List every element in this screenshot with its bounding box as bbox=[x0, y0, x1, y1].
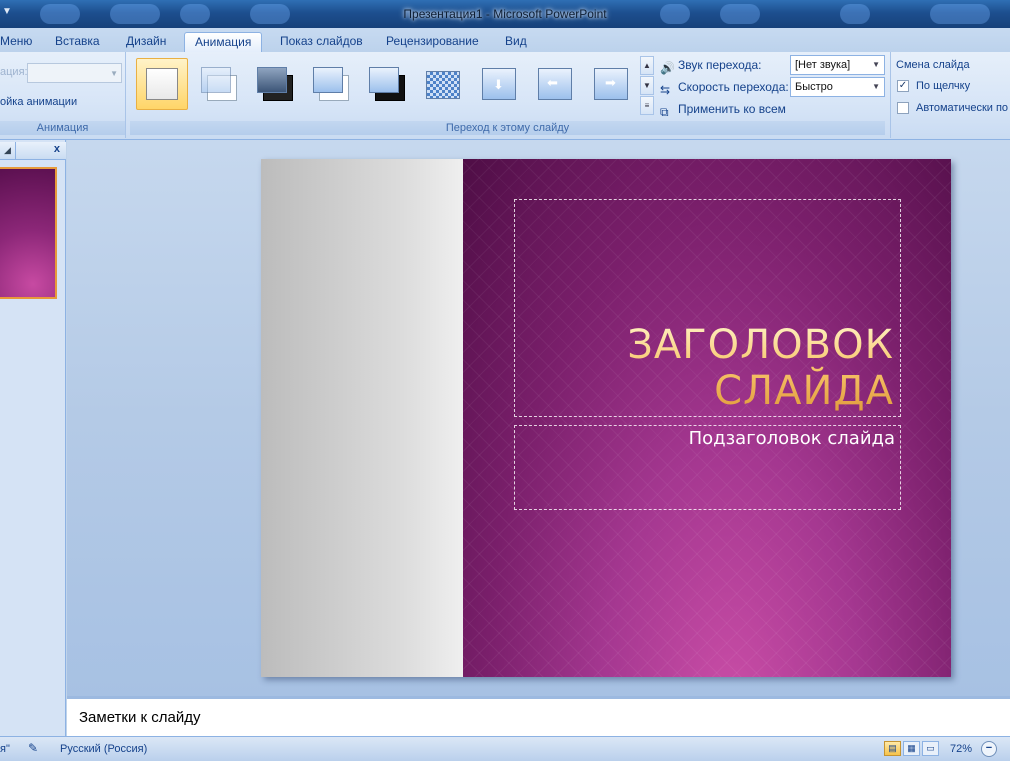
transition-wipe-down[interactable]: ⬇ bbox=[472, 58, 524, 110]
speaker-icon: 🔊 bbox=[660, 60, 675, 75]
language-indicator[interactable]: Русский (Россия) bbox=[60, 743, 147, 755]
animate-combo[interactable]: ▼ bbox=[27, 63, 122, 83]
dissolve-icon bbox=[426, 71, 460, 99]
slide-background: Заголовок слайда Подзаголовок слайда bbox=[463, 159, 951, 677]
slide-side-panel bbox=[261, 159, 463, 677]
chevron-down-icon: ▼ bbox=[872, 82, 880, 91]
window-title: Презентация1 - Microsoft PowerPoint bbox=[403, 7, 607, 21]
slide-canvas[interactable]: Заголовок слайда Подзаголовок слайда bbox=[261, 159, 951, 677]
speed-value: Быстро bbox=[795, 81, 833, 93]
subtitle-placeholder[interactable]: Подзаголовок слайда bbox=[514, 425, 901, 510]
auto-checkbox[interactable] bbox=[897, 102, 909, 115]
slide-front-icon bbox=[313, 67, 343, 93]
custom-animation-button[interactable]: ойка анимации bbox=[0, 96, 77, 108]
slide-front-icon bbox=[369, 67, 399, 93]
speed-row: ⇆ Скорость перехода: bbox=[660, 78, 789, 97]
transition-wipe-right[interactable]: ➡ bbox=[584, 58, 636, 110]
transition-fade[interactable] bbox=[192, 58, 244, 110]
sound-label: Звук перехода: bbox=[678, 58, 762, 72]
advance-group: Смена слайда ✓ По щелчку Автоматически по bbox=[890, 52, 1010, 138]
speed-label: Скорость перехода: bbox=[678, 80, 789, 94]
slide-title: Заголовок слайда bbox=[514, 322, 894, 414]
speed-select[interactable]: Быстро ▼ bbox=[790, 77, 885, 97]
transition-cut-black[interactable] bbox=[360, 58, 412, 110]
spellcheck-icon[interactable]: ✎ bbox=[28, 741, 38, 755]
tab-menu[interactable]: Меню bbox=[0, 32, 42, 52]
tab-review[interactable]: Рецензирование bbox=[376, 32, 489, 52]
status-theme-fragment: я" bbox=[0, 743, 10, 755]
notes-pane[interactable]: Заметки к слайду bbox=[67, 696, 1010, 736]
transition-group-label: Переход к этому слайду bbox=[130, 121, 885, 135]
slides-pane-header: ◢ x bbox=[0, 142, 66, 160]
on-click-checkbox[interactable]: ✓ bbox=[897, 80, 909, 93]
title-bar: ▼ Презентация1 - Microsoft PowerPoint bbox=[0, 0, 1010, 28]
gallery-down-icon[interactable]: ▼ bbox=[640, 76, 654, 95]
tab-slideshow[interactable]: Показ слайдов bbox=[270, 32, 373, 52]
view-buttons: ▤ ▦ ▭ bbox=[884, 741, 942, 757]
transition-none[interactable] bbox=[136, 58, 188, 110]
zoom-out-icon[interactable]: − bbox=[981, 741, 997, 757]
transition-cut[interactable] bbox=[304, 58, 356, 110]
animation-group: ация: ▼ ойка анимации Анимация bbox=[0, 52, 126, 138]
slide-icon bbox=[146, 68, 178, 100]
arrow-down-icon: ⬇ bbox=[493, 77, 504, 92]
notes-placeholder: Заметки к слайду bbox=[79, 709, 201, 726]
zoom-level[interactable]: 72% bbox=[950, 743, 972, 755]
arrow-right-icon: ➡ bbox=[605, 75, 616, 90]
animation-group-label: Анимация bbox=[0, 121, 125, 135]
transition-group: ⬇ ⬅ ➡ ▲ ▼ ≡ 🔊 Звук перехода: [Нет звука] … bbox=[130, 52, 1010, 138]
slide-front-icon bbox=[201, 67, 231, 93]
gallery-more-icon[interactable]: ≡ bbox=[640, 96, 654, 115]
sound-select[interactable]: [Нет звука] ▼ bbox=[790, 55, 885, 75]
sound-row: 🔊 Звук перехода: bbox=[660, 56, 762, 75]
transition-dissolve[interactable] bbox=[416, 58, 468, 110]
on-click-label: По щелчку bbox=[916, 80, 971, 92]
normal-view-icon[interactable]: ▤ bbox=[884, 741, 901, 756]
apply-all-button[interactable]: ⧉ Применить ко всем bbox=[660, 100, 786, 119]
slide-thumbnail[interactable] bbox=[0, 167, 57, 299]
advance-title: Смена слайда bbox=[896, 59, 970, 71]
on-click-row: ✓ По щелчку bbox=[897, 80, 971, 93]
slideshow-view-icon[interactable]: ▭ bbox=[922, 741, 939, 756]
auto-row: Автоматически по bbox=[897, 102, 1009, 115]
sound-value: [Нет звука] bbox=[795, 59, 851, 71]
chevron-down-icon: ▼ bbox=[110, 69, 118, 78]
slides-pane: ◢ x bbox=[0, 140, 66, 736]
ribbon-tabs: Меню Вставка Дизайн Анимация Показ слайд… bbox=[0, 28, 1010, 52]
transition-wipe-left[interactable]: ⬅ bbox=[528, 58, 580, 110]
tab-animation[interactable]: Анимация bbox=[184, 32, 263, 52]
apply-all-label: Применить ко всем bbox=[678, 102, 786, 116]
chevron-down-icon: ▼ bbox=[872, 60, 880, 69]
status-bar: я" ✎ Русский (Россия) ▤ ▦ ▭ 72% − bbox=[0, 736, 1010, 761]
gallery-scroll: ▲ ▼ ≡ bbox=[640, 56, 654, 116]
tab-design[interactable]: Дизайн bbox=[116, 32, 176, 52]
close-icon[interactable]: x bbox=[54, 143, 60, 155]
transition-fade-black[interactable] bbox=[248, 58, 300, 110]
speed-icon: ⇆ bbox=[660, 82, 671, 97]
outline-tab-icon[interactable]: ◢ bbox=[0, 142, 16, 159]
ribbon: ация: ▼ ойка анимации Анимация ⬇ ⬅ ➡ ▲ ▼… bbox=[0, 52, 1010, 140]
animate-label: ация: bbox=[0, 66, 28, 78]
apply-all-icon: ⧉ bbox=[660, 104, 669, 119]
tab-insert[interactable]: Вставка bbox=[45, 32, 110, 52]
slide-sorter-icon[interactable]: ▦ bbox=[903, 741, 920, 756]
slide-front-icon bbox=[257, 67, 287, 93]
arrow-left-icon: ⬅ bbox=[547, 75, 558, 90]
slide-editor: Заголовок слайда Подзаголовок слайда bbox=[67, 140, 1010, 696]
auto-label: Автоматически по bbox=[916, 102, 1009, 114]
slide-subtitle: Подзаголовок слайда bbox=[688, 428, 895, 449]
title-placeholder[interactable]: Заголовок слайда bbox=[514, 199, 901, 417]
gallery-up-icon[interactable]: ▲ bbox=[640, 56, 654, 75]
tab-view[interactable]: Вид bbox=[495, 32, 537, 52]
